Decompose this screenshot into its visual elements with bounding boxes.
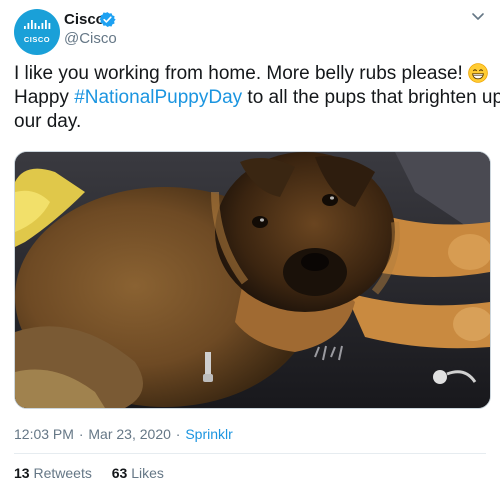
tweet-line-1: I like you working from home. More belly… [14,59,494,86]
retweets-stat[interactable]: 13 Retweets [14,465,92,481]
meta-separator: · [171,426,185,442]
tweet-line-2-prefix: Happy [14,87,75,108]
cisco-logo-icon [24,20,51,29]
tweet-source-link[interactable]: Sprinklr [185,426,232,442]
tweet-line-2-suffix: to all the pups that brighten up [242,87,500,108]
tweet-timestamp: 12:03 PM · Mar 23, 2020 · Sprinklr [14,426,233,442]
user-handle[interactable]: @Cisco [64,30,117,47]
meta-separator: · [74,426,88,442]
avatar[interactable]: CISCO [14,9,60,55]
tweet-photo[interactable] [14,151,491,409]
tweet-line-3: our day. [14,111,82,132]
likes-count: 63 [111,465,128,481]
tweet-line-2: Happy #NationalPuppyDay to all the pups … [14,86,500,110]
divider [14,453,486,454]
grinning-face-emoji-icon [468,63,488,83]
avatar-logo-text: CISCO [23,35,51,44]
tweet-text: I like you working from home. More belly… [14,59,500,134]
likes-label: Likes [131,465,164,481]
retweets-label: Retweets [33,465,92,481]
chevron-down-icon[interactable] [470,8,486,24]
tweet-stats: 13 Retweets 63 Likes [14,465,180,481]
tweet-date[interactable]: Mar 23, 2020 [88,426,171,442]
tweet-line-1-text: I like you working from home. More belly… [14,63,463,84]
hashtag-link[interactable]: #NationalPuppyDay [74,87,242,108]
tweet-time[interactable]: 12:03 PM [14,426,74,442]
retweets-count: 13 [14,465,30,481]
verified-badge-icon [99,12,116,27]
likes-stat[interactable]: 63 Likes [112,465,164,481]
puppy-photo-image [15,152,490,408]
tweet-card: CISCO Cisco @Cisco I like you working fr… [0,0,500,492]
